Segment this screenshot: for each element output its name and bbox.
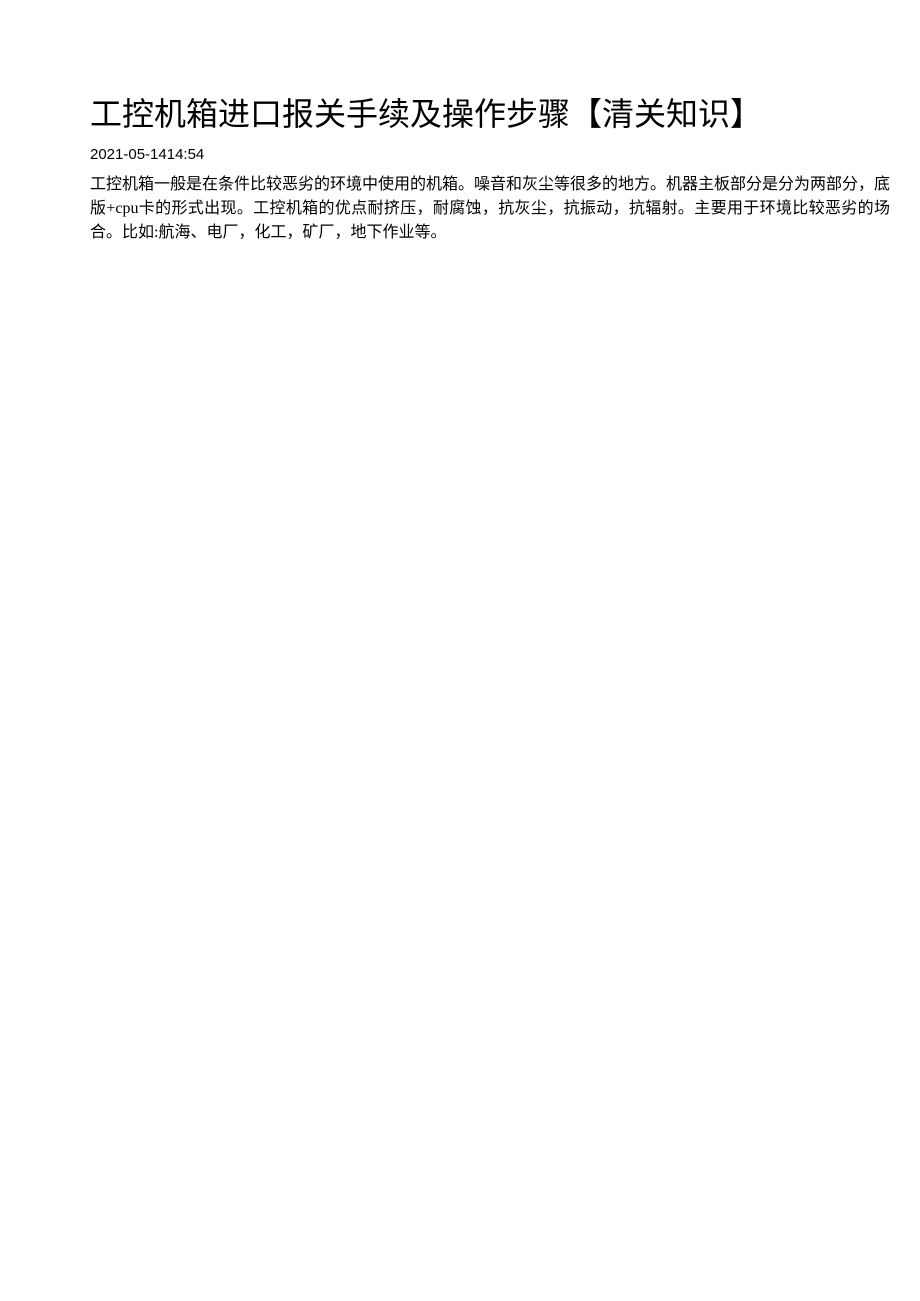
document-body: 工控机箱一般是在条件比较恶劣的环境中使用的机箱。噪音和灰尘等很多的地方。机器主板… [90, 173, 890, 245]
document-timestamp: 2021-05-1414:54 [90, 146, 890, 163]
document-title: 工控机箱进口报关手续及操作步骤【清关知识】 [90, 90, 890, 138]
